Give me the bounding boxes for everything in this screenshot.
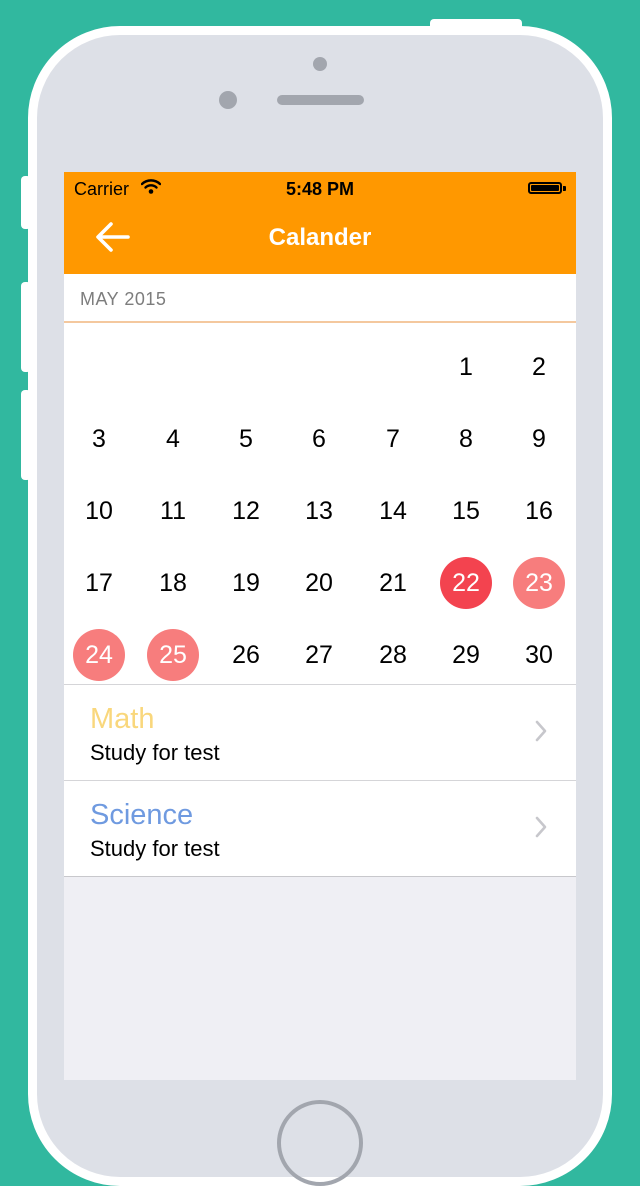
calendar-day-6[interactable]: 6 xyxy=(293,413,345,465)
calendar-day-18[interactable]: 18 xyxy=(147,557,199,609)
calendar-day-10[interactable]: 10 xyxy=(73,485,125,537)
calendar-day-15[interactable]: 15 xyxy=(440,485,492,537)
status-bar: Carrier 5:48 PM xyxy=(64,172,576,206)
calendar-day-14[interactable]: 14 xyxy=(367,485,419,537)
app-screen: Carrier 5:48 PM Calander MAY 2015 123456… xyxy=(64,172,576,1080)
event-subtitle: Study for test xyxy=(90,740,220,765)
calendar-day-1[interactable]: 1 xyxy=(440,341,492,393)
event-list: Math Study for test Science Study for te… xyxy=(64,685,576,877)
event-row-science[interactable]: Science Study for test xyxy=(64,781,576,877)
month-divider xyxy=(64,321,576,323)
battery-icon xyxy=(528,182,562,194)
calendar-day-27[interactable]: 27 xyxy=(293,629,345,681)
nav-title: Calander xyxy=(268,224,372,251)
event-title: Science xyxy=(90,799,194,831)
battery-tip xyxy=(563,186,566,191)
event-title: Math xyxy=(90,703,155,735)
calendar-day-24[interactable]: 24 xyxy=(73,629,125,681)
calendar-day-16[interactable]: 16 xyxy=(513,485,565,537)
event-row-math[interactable]: Math Study for test xyxy=(64,685,576,781)
calendar-day-17[interactable]: 17 xyxy=(73,557,125,609)
calendar-day-3[interactable]: 3 xyxy=(73,413,125,465)
calendar-day-2[interactable]: 2 xyxy=(513,341,565,393)
calendar-day-8[interactable]: 8 xyxy=(440,413,492,465)
calendar: MAY 2015 1 2 3 4 5 6 7 8 9 10 11 12 13 14 15 16 17 18 19 20… xyxy=(64,274,576,684)
calendar-day-5[interactable]: 5 xyxy=(220,413,272,465)
calendar-day-13[interactable]: 13 xyxy=(293,485,345,537)
calendar-day-11[interactable]: 11 xyxy=(147,485,199,537)
calendar-day-23[interactable]: 23 xyxy=(513,557,565,609)
calendar-day-26[interactable]: 26 xyxy=(220,629,272,681)
calendar-day-20[interactable]: 20 xyxy=(293,557,345,609)
chevron-right-icon xyxy=(535,720,547,742)
calendar-day-4[interactable]: 4 xyxy=(147,413,199,465)
front-camera xyxy=(219,91,237,109)
month-label: MAY 2015 xyxy=(80,289,167,309)
navigation-bar: Carrier 5:48 PM Calander xyxy=(64,172,576,274)
status-time: 5:48 PM xyxy=(285,179,355,199)
calendar-day-29[interactable]: 29 xyxy=(440,629,492,681)
calendar-day-9[interactable]: 9 xyxy=(513,413,565,465)
calendar-day-30[interactable]: 30 xyxy=(513,629,565,681)
calendar-day-25[interactable]: 25 xyxy=(147,629,199,681)
home-button[interactable] xyxy=(277,1100,363,1186)
calendar-day-19[interactable]: 19 xyxy=(220,557,272,609)
calendar-day-12[interactable]: 12 xyxy=(220,485,272,537)
earpiece-speaker xyxy=(277,95,364,105)
calendar-day-21[interactable]: 21 xyxy=(367,557,419,609)
calendar-day-22[interactable]: 22 xyxy=(440,557,492,609)
calendar-day-28[interactable]: 28 xyxy=(367,629,419,681)
calendar-day-7[interactable]: 7 xyxy=(367,413,419,465)
event-subtitle: Study for test xyxy=(90,836,220,861)
proximity-sensor xyxy=(313,57,327,71)
chevron-right-icon xyxy=(535,816,547,838)
